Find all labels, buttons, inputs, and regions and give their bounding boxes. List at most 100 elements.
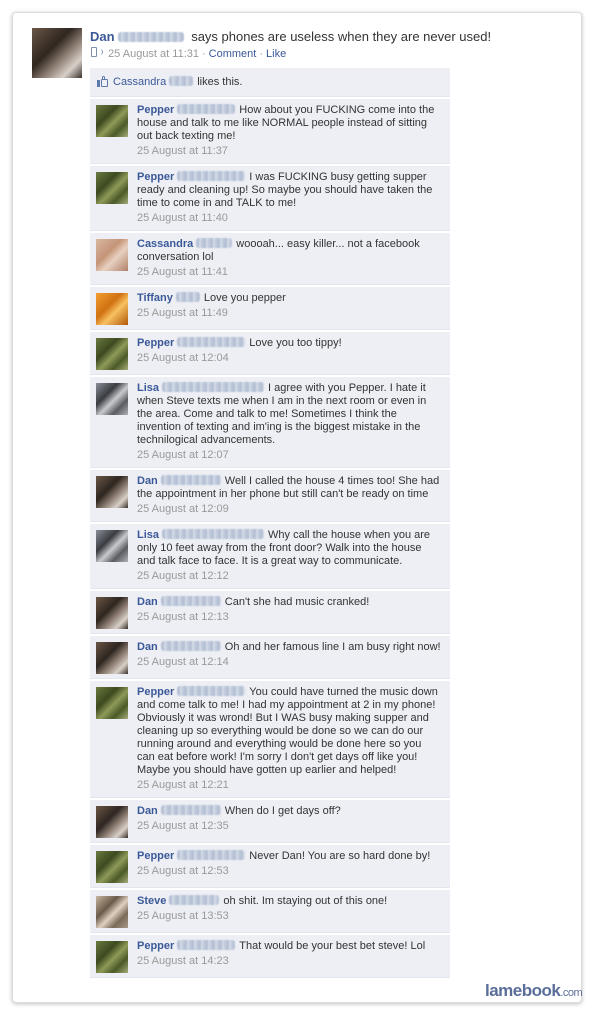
comment-timestamp[interactable]: 25 August at 12:09 [137,502,442,516]
comment-text: Oh and her famous line I am busy right n… [224,641,441,653]
commenter-avatar[interactable] [96,239,128,271]
redacted-surname [162,529,265,539]
redacted-surname [177,171,246,181]
commenter-name[interactable]: Pepper [137,171,174,183]
comment-text-block: Dan Oh and her famous line I am busy righ… [137,641,442,654]
commenter-name[interactable]: Pepper [137,686,174,698]
commenter-name[interactable]: Pepper [137,104,174,116]
author-name[interactable]: Dan [90,29,115,44]
redacted-surname [175,292,200,302]
comment-timestamp[interactable]: 25 August at 12:07 [137,448,442,462]
commenter-avatar[interactable] [96,642,128,674]
comment-text-block: Pepper I was FUCKING busy getting supper … [137,171,442,210]
comment-text-block: Cassandra woooah... easy killer... not a … [137,238,442,264]
comment-timestamp[interactable]: 25 August at 12:14 [137,655,442,669]
commenter-name[interactable]: Steve [137,895,166,907]
comment-timestamp[interactable]: 25 August at 12:35 [137,819,442,833]
redacted-surname [160,805,221,815]
comment-text-block: Pepper You could have turned the music do… [137,686,442,777]
comment-timestamp[interactable]: 25 August at 12:12 [137,569,442,583]
comment-text-block: Pepper Love you too tippy! [137,337,442,350]
commenter-name[interactable]: Pepper [137,337,174,349]
redacted-surname [169,76,194,86]
commenter-name[interactable]: Dan [137,805,158,817]
status-line: Dan says phones are useless when they ar… [90,28,570,45]
commenter-avatar[interactable] [96,105,128,137]
comment-text: Never Dan! You are so hard done by! [249,850,431,862]
redacted-surname [177,104,236,114]
likes-row: Cassandra likes this. [90,68,450,97]
liker-name[interactable]: Cassandra [113,76,166,88]
commenter-name[interactable]: Pepper [137,850,174,862]
likes-text: likes this. [197,76,243,88]
commenter-avatar[interactable] [96,172,128,204]
comment-text: Love you pepper [203,292,286,304]
redacted-surname [160,596,221,606]
commenter-avatar[interactable] [96,687,128,719]
comment-timestamp[interactable]: 25 August at 12:53 [137,864,442,878]
commenter-avatar[interactable] [96,530,128,562]
watermark-domain: .com [560,987,583,999]
comment-link[interactable]: Comment [209,48,257,60]
comment-text-block: Lisa Why call the house when you are only… [137,529,442,568]
redacted-surname [177,940,236,950]
comment-item: Tiffany Love you pepper 25 August at 11:49 [90,287,450,330]
comment-list: Cassandra likes this. Pepper How about you… [90,68,450,980]
commenter-name[interactable]: Lisa [137,382,159,394]
comment-timestamp[interactable]: 25 August at 11:41 [137,265,442,279]
comment-timestamp[interactable]: 25 August at 11:40 [137,211,442,225]
comment-timestamp[interactable]: 25 August at 13:53 [137,909,442,923]
redacted-surname [117,32,184,42]
comment-item: Dan When do I get days off? 25 August at 1… [90,800,450,843]
comment-timestamp[interactable]: 25 August at 11:37 [137,144,442,158]
commenter-avatar[interactable] [96,338,128,370]
comment-text: When do I get days off? [224,805,341,817]
redacted-surname [160,475,221,485]
post-timestamp[interactable]: 25 August at 11:31 [108,48,199,60]
comment-timestamp[interactable]: 25 August at 14:23 [137,954,442,968]
commenter-avatar[interactable] [96,383,128,415]
like-link[interactable]: Like [266,48,286,60]
commenter-avatar[interactable] [96,851,128,883]
commenter-name[interactable]: Dan [137,596,158,608]
comment-item: Pepper You could have turned the music do… [90,681,450,798]
comment-text-block: Pepper How about you FUCKING come into th… [137,104,442,143]
redacted-surname [177,686,246,696]
commenter-avatar[interactable] [96,806,128,838]
comment-timestamp[interactable]: 25 August at 11:49 [137,306,442,320]
commenter-avatar[interactable] [96,597,128,629]
commenter-name[interactable]: Dan [137,475,158,487]
commenter-name[interactable]: Dan [137,641,158,653]
watermark-brand: lamebook [485,981,561,1000]
comment-item: Lisa I agree with you Pepper. I hate it w… [90,377,450,468]
comment-text: You could have turned the music down and… [137,686,438,776]
post-card: Dan says phones are useless when they ar… [12,12,583,1003]
commenter-avatar[interactable] [96,293,128,325]
redacted-surname [169,895,220,905]
commenter-avatar[interactable] [96,896,128,928]
comment-text: oh shit. Im staying out of this one! [223,895,388,907]
lamebook-watermark: lamebook.com [485,981,583,1001]
commenter-avatar[interactable] [96,941,128,973]
comment-text-block: Pepper That would be your best bet steve!… [137,940,442,953]
comment-timestamp[interactable]: 25 August at 12:04 [137,351,442,365]
commenter-name[interactable]: Tiffany [137,292,173,304]
comment-timestamp[interactable]: 25 August at 12:13 [137,610,442,624]
comment-text-block: Pepper Never Dan! You are so hard done by… [137,850,442,863]
author-avatar[interactable] [32,28,82,78]
commenter-name[interactable]: Pepper [137,940,174,952]
commenter-name[interactable]: Cassandra [137,238,193,250]
comment-item: Pepper Love you too tippy! 25 August at 12… [90,332,450,375]
comment-item: Pepper That would be your best bet steve!… [90,935,450,978]
comment-item: Dan Well I called the house 4 times too! … [90,470,450,522]
redacted-surname [177,850,246,860]
comment-item: Pepper How about you FUCKING come into th… [90,99,450,164]
post-meta: 25 August at 11:31 · Comment · Like [90,47,570,61]
commenter-avatar[interactable] [96,476,128,508]
comment-text-block: Dan Well I called the house 4 times too! … [137,475,442,501]
comment-text-block: Steve oh shit. Im staying out of this one… [137,895,442,908]
redacted-surname [177,337,246,347]
commenter-name[interactable]: Lisa [137,529,159,541]
comment-timestamp[interactable]: 25 August at 12:21 [137,778,442,792]
comment-item: Steve oh shit. Im staying out of this one… [90,890,450,933]
